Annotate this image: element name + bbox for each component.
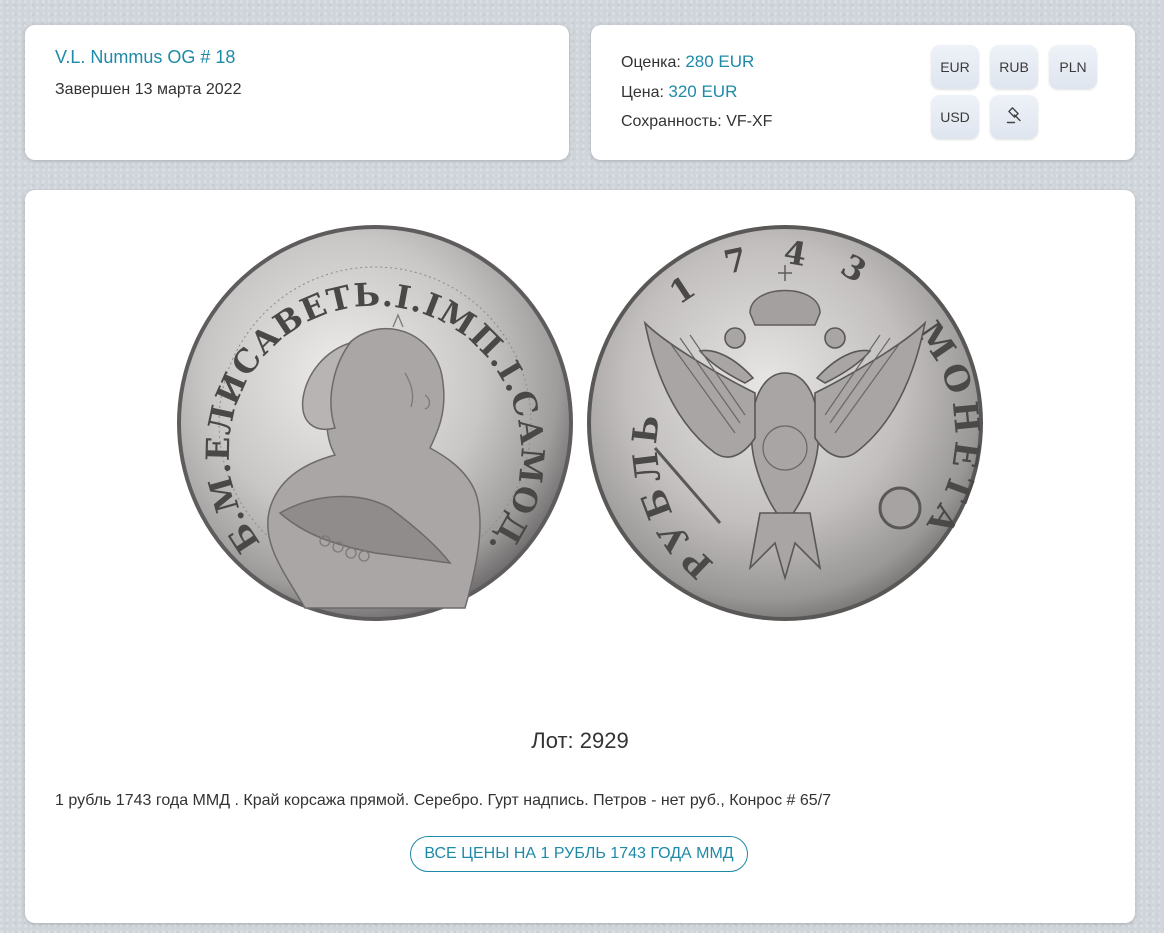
estimate-label: Оценка: bbox=[621, 54, 681, 71]
currency-usd-button[interactable]: USD bbox=[931, 95, 979, 139]
auction-title-link[interactable]: V.L. Nummus OG # 18 bbox=[55, 47, 235, 68]
condition-label: Сохранность: bbox=[621, 113, 722, 130]
coin-reverse-image[interactable]: РУБЛЬ МОНЕТА 1743 bbox=[585, 223, 985, 623]
auction-gavel-button[interactable] bbox=[990, 95, 1038, 139]
lot-number: Лот: 2929 bbox=[531, 728, 629, 753]
price-label: Цена: bbox=[621, 84, 664, 101]
coin-obverse-image[interactable]: Б.М.ЕЛИСАВЕТЬ.І.ІМП.І.САМОД.ВСЕРОС. bbox=[175, 223, 575, 623]
lot-card: Б.М.ЕЛИСАВЕТЬ.І.ІМП.І.САМОД.ВСЕРОС. bbox=[25, 190, 1135, 923]
estimate-value: 280 EUR bbox=[685, 52, 755, 71]
currency-pln-button[interactable]: PLN bbox=[1049, 45, 1097, 89]
currency-eur-button[interactable]: EUR bbox=[931, 45, 979, 89]
estimate-row: Оценка: 280 EUR bbox=[621, 47, 772, 77]
lot-description: 1 рубль 1743 года ММД . Край корсажа пря… bbox=[55, 792, 831, 809]
auction-date: Завершен 13 марта 2022 bbox=[55, 81, 242, 98]
condition-value: VF-XF bbox=[726, 113, 773, 130]
price-value: 320 EUR bbox=[668, 82, 738, 101]
condition-row: Сохранность: VF-XF bbox=[621, 107, 772, 136]
price-info: Оценка: 280 EUR Цена: 320 EUR Сохранност… bbox=[621, 47, 772, 136]
prices-card: Оценка: 280 EUR Цена: 320 EUR Сохранност… bbox=[591, 25, 1135, 160]
all-prices-button[interactable]: ВСЕ ЦЕНЫ НА 1 РУБЛЬ 1743 ГОДА ММД bbox=[410, 836, 748, 872]
currency-rub-button[interactable]: RUB bbox=[990, 45, 1038, 89]
gavel-icon bbox=[1004, 106, 1024, 129]
price-row: Цена: 320 EUR bbox=[621, 77, 772, 107]
auction-card: V.L. Nummus OG # 18 Завершен 13 марта 20… bbox=[25, 25, 569, 160]
